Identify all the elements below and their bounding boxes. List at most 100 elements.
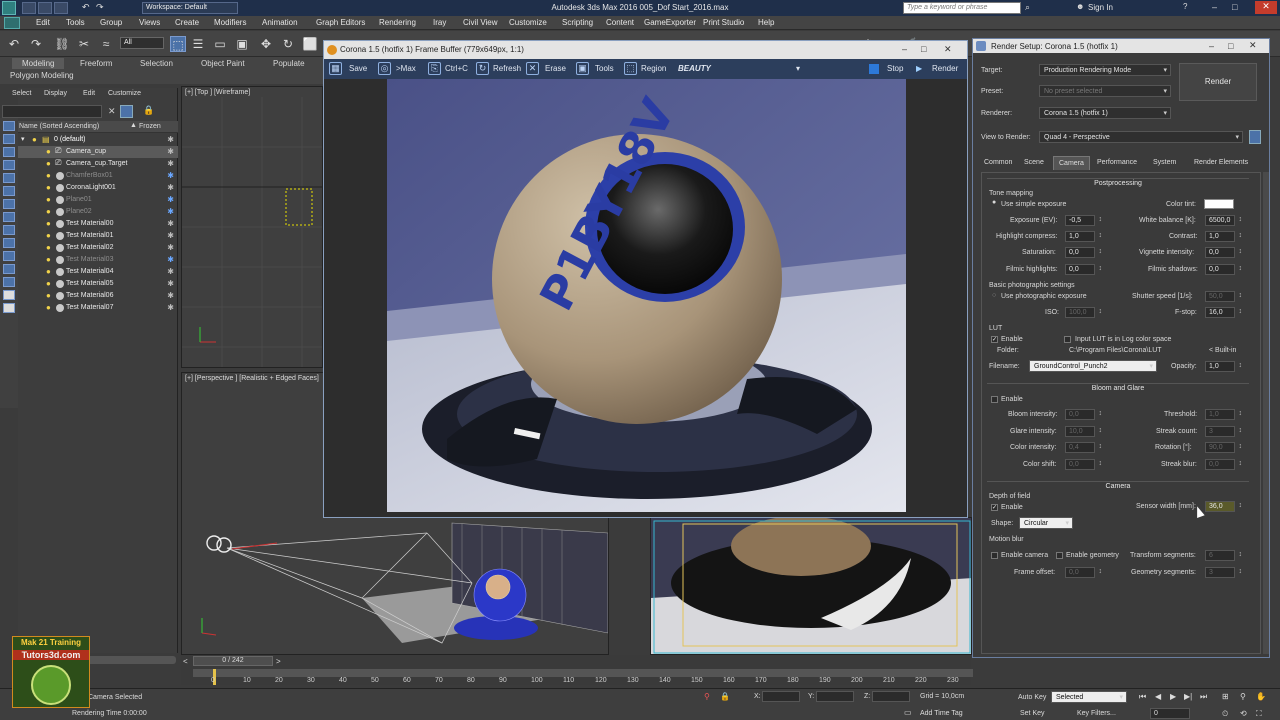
radio-simple-exposure-icon[interactable]: ● <box>992 199 996 206</box>
window-crossing-icon[interactable]: ▣ <box>234 36 250 52</box>
fb-refresh-button[interactable]: Refresh <box>493 64 521 73</box>
light-bulb-icon[interactable]: ● <box>46 219 51 228</box>
display-all-icon[interactable] <box>3 134 15 144</box>
geometry-filter-icon[interactable] <box>3 160 15 170</box>
light-bulb-icon[interactable]: ● <box>46 303 51 312</box>
ribbon-tab-populate[interactable]: Populate <box>273 59 305 68</box>
freeze-icon[interactable]: ✱ <box>167 231 174 240</box>
toggle-display-icon[interactable] <box>120 105 133 118</box>
threshold-spinner[interactable]: 1,0 <box>1205 409 1242 420</box>
rs-minimize-icon[interactable]: – <box>1209 41 1214 51</box>
tab-render-elements[interactable]: Render Elements <box>1189 156 1253 170</box>
max-menu-icon[interactable] <box>4 17 20 29</box>
auto-key-selection-dropdown[interactable]: Selected <box>1051 691 1127 703</box>
freeze-icon[interactable]: ✱ <box>167 303 174 312</box>
frame-offset-spinner[interactable]: 0,0 <box>1065 567 1102 578</box>
freeze-icon[interactable]: ✱ <box>167 171 174 180</box>
chevron-down-icon[interactable]: ▾ <box>796 64 800 73</box>
time-slider-prev-icon[interactable]: < <box>183 657 188 666</box>
menu-create[interactable]: Create <box>175 18 199 27</box>
spacewarps-filter-icon[interactable] <box>3 225 15 235</box>
freeze-icon[interactable]: ✱ <box>167 255 174 264</box>
tree-item-test-material05[interactable]: ● Test Material05 ✱ <box>18 278 178 290</box>
xrefs-filter-icon[interactable] <box>3 251 15 261</box>
bones-filter-icon[interactable] <box>3 264 15 274</box>
sign-in-link[interactable]: Sign In <box>1088 3 1113 12</box>
tab-scene[interactable]: Scene <box>1019 156 1049 170</box>
viewport-top[interactable]: [+] [Top ] [Wireframe] <box>181 86 323 368</box>
highlight-compress-spinner[interactable]: 1,0 <box>1065 231 1102 242</box>
shapes-filter-icon[interactable] <box>3 173 15 183</box>
current-frame-field[interactable]: 0 <box>1150 708 1190 719</box>
fb-region-button[interactable]: Region <box>641 64 666 73</box>
undo-icon[interactable]: ↶ <box>6 36 22 52</box>
color-shift-spinner[interactable]: 0,0 <box>1065 459 1102 470</box>
postprocessing-header[interactable]: Postprocessing <box>987 178 1249 188</box>
menu-scripting[interactable]: Scripting <box>562 18 593 27</box>
frame-buffer-titlebar[interactable]: Corona 1.5 (hotfix 1) Frame Buffer (779x… <box>324 41 967 59</box>
move-icon[interactable]: ✥ <box>258 36 274 52</box>
saturation-spinner[interactable]: 0,0 <box>1065 247 1102 258</box>
target-dropdown[interactable]: Production Rendering Mode <box>1039 64 1171 76</box>
render-setup-titlebar[interactable]: Render Setup: Corona 1.5 (hotfix 1) – □ … <box>973 39 1269 53</box>
user-icon[interactable]: ☻ <box>1076 2 1084 11</box>
helpers-filter-icon[interactable] <box>3 212 15 222</box>
light-bulb-icon[interactable]: ● <box>46 267 51 276</box>
explorer-menu-display[interactable]: Display <box>44 90 67 97</box>
transform-segments-spinner[interactable]: 6 <box>1205 550 1242 561</box>
pan-icon[interactable]: ✋ <box>1256 692 1266 701</box>
menu-edit[interactable]: Edit <box>36 18 50 27</box>
help-icon[interactable]: ? <box>1183 2 1187 11</box>
viewport-camera[interactable] <box>650 517 972 655</box>
preset-dropdown[interactable]: No preset selected <box>1039 85 1171 97</box>
tree-item-test-material06[interactable]: ● Test Material06 ✱ <box>18 290 178 302</box>
auto-key-button[interactable]: Auto Key <box>1018 694 1046 701</box>
tree-item-test-material04[interactable]: ● Test Material04 ✱ <box>18 266 178 278</box>
minimize-icon[interactable]: – <box>1212 2 1217 12</box>
erase-icon[interactable]: ✕ <box>526 62 539 75</box>
close-icon[interactable]: ✕ <box>1255 1 1277 14</box>
fstop-spinner[interactable]: 16,0 <box>1205 307 1242 318</box>
lock-view-icon[interactable] <box>1249 130 1261 144</box>
selection-filter-dropdown[interactable]: All <box>120 37 164 49</box>
explorer-search-field[interactable] <box>2 105 102 118</box>
menu-print-studio[interactable]: Print Studio <box>703 18 744 27</box>
rotation-spinner[interactable]: 90,0 <box>1205 442 1242 453</box>
enable-geometry-checkbox[interactable] <box>1056 552 1063 559</box>
fb-close-icon[interactable]: ✕ <box>944 44 952 55</box>
menu-civil-view[interactable]: Civil View <box>463 18 498 27</box>
scale-icon[interactable]: ⬜ <box>302 36 318 52</box>
light-bulb-icon[interactable]: ● <box>46 255 51 264</box>
rotate-icon[interactable]: ↻ <box>280 36 296 52</box>
key-filters-button[interactable]: Key Filters... <box>1077 710 1116 717</box>
tree-item-test-material03[interactable]: ● Test Material03 ✱ <box>18 254 178 266</box>
light-bulb-icon[interactable]: ● <box>46 279 51 288</box>
lut-log-checkbox[interactable] <box>1064 336 1071 343</box>
fb-max-button[interactable]: >Max <box>396 64 416 73</box>
radio-photo-exposure-icon[interactable]: ○ <box>992 292 996 299</box>
fb-render-button[interactable]: Render <box>932 64 958 73</box>
view-to-render-dropdown[interactable]: Quad 4 - Perspective <box>1039 131 1243 143</box>
fb-ctrlc-button[interactable]: Ctrl+C <box>445 64 468 73</box>
region-icon[interactable]: ⬚ <box>624 62 637 75</box>
explorer-menu-select[interactable]: Select <box>12 90 31 97</box>
lights-filter-icon[interactable] <box>3 186 15 196</box>
ribbon-polygon-modeling[interactable]: Polygon Modeling <box>10 71 74 80</box>
expand-icon[interactable]: ▾ <box>21 135 25 143</box>
vignette-spinner[interactable]: 0,0 <box>1205 247 1242 258</box>
rs-maximize-icon[interactable]: □ <box>1228 41 1233 51</box>
groups-filter-icon[interactable] <box>3 238 15 248</box>
fb-maximize-icon[interactable]: □ <box>921 44 926 54</box>
tree-layer-default[interactable]: ▾ ● ▤ 0 (default) ✱ <box>18 134 178 146</box>
go-to-start-icon[interactable]: ⏮ <box>1139 692 1146 702</box>
color-intensity-spinner[interactable]: 0,4 <box>1065 442 1102 453</box>
maximize-viewport-icon[interactable]: ⛶ <box>1256 709 1262 719</box>
orbit-icon[interactable]: ⟲ <box>1240 709 1247 718</box>
light-bulb-icon[interactable]: ● <box>46 195 51 204</box>
menu-views[interactable]: Views <box>139 18 160 27</box>
lut-enable-checkbox[interactable]: ✓ <box>991 336 998 343</box>
display-none-icon[interactable] <box>3 121 15 131</box>
set-key-button[interactable]: Set Key <box>1020 710 1045 717</box>
fb-save-button[interactable]: Save <box>349 64 367 73</box>
streak-count-spinner[interactable]: 3 <box>1205 426 1242 437</box>
